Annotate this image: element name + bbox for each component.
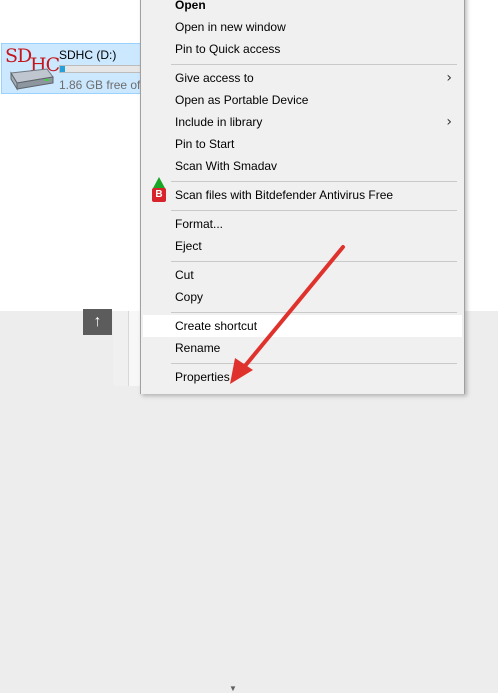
- menu-item-pin-quick-access[interactable]: Pin to Quick access: [143, 38, 462, 60]
- menu-item-scan-smadav[interactable]: Scan With Smadav: [143, 155, 462, 190]
- menu-item-label: Format...: [175, 217, 224, 231]
- menu-item-label: Open in new window: [175, 20, 286, 34]
- smadav-icon: [152, 159, 166, 190]
- menu-item-label: Properties: [175, 370, 230, 384]
- menu-item-give-access[interactable]: Give access to ›: [143, 67, 462, 89]
- menu-separator: [171, 363, 457, 364]
- menu-separator: [171, 261, 457, 262]
- menu-item-scan-bitdefender[interactable]: B Scan files with Bitdefender Antivirus …: [143, 184, 462, 206]
- menu-item-label: Cut: [175, 268, 194, 282]
- menu-item-include-library[interactable]: Include in library ›: [143, 111, 462, 133]
- menu-item-open-portable[interactable]: Open as Portable Device: [143, 89, 462, 111]
- menu-item-label: Create shortcut: [175, 319, 258, 333]
- scrollbar[interactable]: ▼: [113, 311, 237, 693]
- menu-item-pin-start[interactable]: Pin to Start: [143, 133, 462, 155]
- menu-item-rename[interactable]: Rename: [143, 337, 462, 359]
- drive-shape-icon: [10, 68, 54, 91]
- bitdefender-icon: B: [152, 188, 166, 202]
- menu-separator: [171, 312, 457, 313]
- menu-item-create-shortcut[interactable]: Create shortcut: [143, 315, 462, 337]
- menu-item-format[interactable]: Format...: [143, 213, 462, 235]
- sd-logo-text: SD: [5, 45, 32, 67]
- menu-item-label: Open: [175, 0, 206, 12]
- menu-item-label: Include in library: [175, 115, 263, 129]
- menu-item-properties[interactable]: Properties: [143, 366, 462, 388]
- drive-sdhc-tile[interactable]: SD HC SDHC (D:) 1.86 GB free of: [1, 43, 159, 94]
- menu-item-label: Pin to Quick access: [175, 42, 281, 56]
- sdhc-drive-icon: SD HC: [5, 45, 60, 91]
- menu-item-label: Rename: [175, 341, 221, 355]
- drive-name-label: SDHC (D:): [59, 48, 117, 62]
- menu-item-label: Open as Portable Device: [175, 93, 309, 107]
- drive-usage-fill: [60, 66, 65, 72]
- chevron-right-icon: ›: [446, 114, 452, 130]
- menu-separator: [171, 181, 457, 182]
- scroll-down-icon[interactable]: ▼: [229, 684, 237, 693]
- menu-item-label: Scan files with Bitdefender Antivirus Fr…: [175, 188, 394, 202]
- menu-item-eject[interactable]: Eject: [143, 235, 462, 257]
- context-menu: Open Open in new window Pin to Quick acc…: [140, 0, 465, 394]
- menu-item-label: Pin to Start: [175, 137, 235, 151]
- menu-item-copy[interactable]: Copy: [143, 286, 462, 308]
- menu-item-label: Scan With Smadav: [175, 159, 278, 173]
- background-window-edge: [128, 311, 140, 386]
- menu-item-cut[interactable]: Cut: [143, 264, 462, 286]
- menu-separator: [171, 64, 457, 65]
- up-arrow-icon[interactable]: ↑: [83, 309, 112, 335]
- menu-separator: [171, 210, 457, 211]
- drive-free-space: 1.86 GB free of: [59, 78, 141, 92]
- menu-item-open[interactable]: Open: [143, 0, 462, 16]
- menu-item-label: Copy: [175, 290, 204, 304]
- chevron-right-icon: ›: [446, 70, 452, 86]
- menu-item-label: Give access to: [175, 71, 254, 85]
- menu-item-open-new-window[interactable]: Open in new window: [143, 16, 462, 38]
- menu-item-label: Eject: [175, 239, 202, 253]
